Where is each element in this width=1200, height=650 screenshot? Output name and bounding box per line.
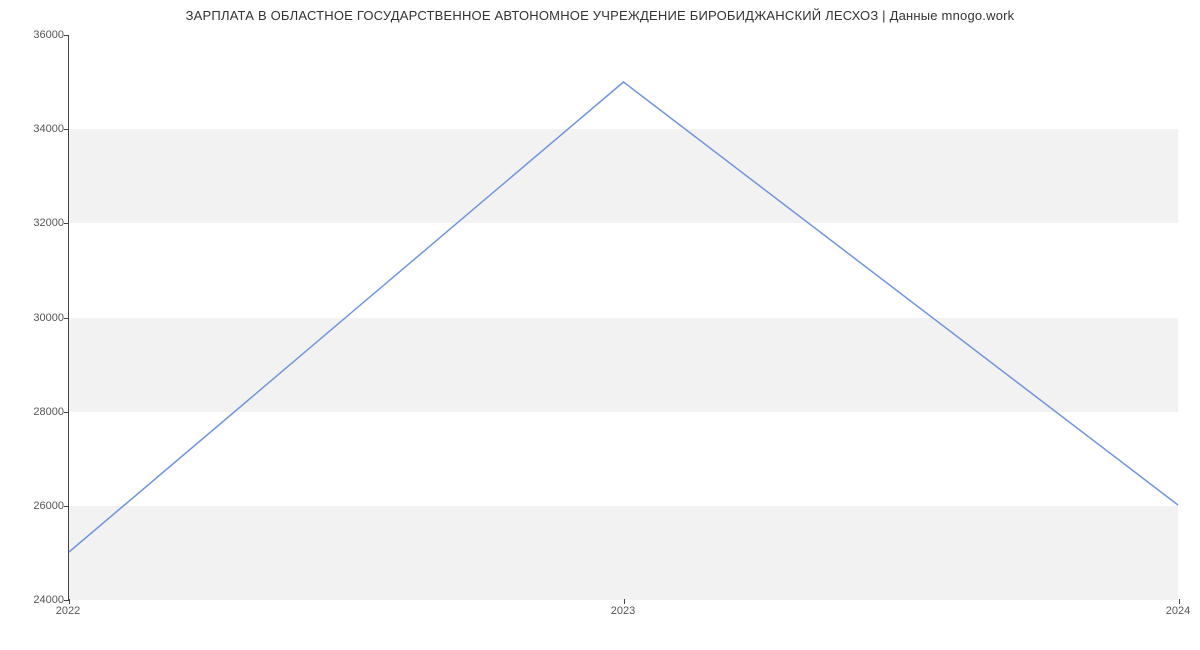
y-tick-label: 28000 (4, 406, 64, 418)
line-layer (69, 35, 1178, 599)
y-tick-mark (64, 318, 69, 319)
x-tick-mark (69, 599, 70, 604)
chart-container: ЗАРПЛАТА В ОБЛАСТНОЕ ГОСУДАРСТВЕННОЕ АВТ… (0, 0, 1200, 650)
y-tick-mark (64, 223, 69, 224)
y-tick-mark (64, 412, 69, 413)
y-tick-mark (64, 35, 69, 36)
x-tick-label: 2022 (56, 605, 80, 617)
x-tick-label: 2023 (611, 605, 635, 617)
y-tick-mark (64, 129, 69, 130)
x-tick-label: 2024 (1166, 605, 1190, 617)
y-tick-label: 34000 (4, 123, 64, 135)
plot-area (68, 35, 1178, 600)
y-tick-label: 30000 (4, 312, 64, 324)
chart-title: ЗАРПЛАТА В ОБЛАСТНОЕ ГОСУДАРСТВЕННОЕ АВТ… (0, 8, 1200, 23)
data-line (69, 82, 1178, 552)
y-tick-label: 26000 (4, 500, 64, 512)
y-tick-mark (64, 506, 69, 507)
x-tick-mark (624, 599, 625, 604)
y-tick-label: 36000 (4, 29, 64, 41)
y-tick-label: 32000 (4, 217, 64, 229)
x-tick-mark (1179, 599, 1180, 604)
